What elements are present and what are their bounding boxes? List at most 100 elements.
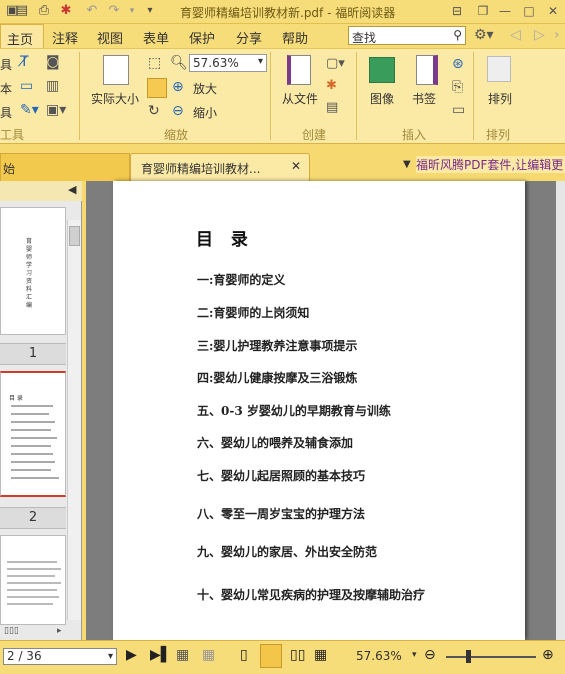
arrange-button[interactable]: 排列 [488, 90, 512, 107]
tab-start[interactable]: 始 [0, 153, 130, 181]
redo-dropdown-icon[interactable]: ▾ [124, 3, 140, 19]
page-number-input[interactable]: 2 / 36 ▾ [3, 648, 117, 665]
menu-form[interactable]: 表单 [143, 28, 169, 47]
menu-home[interactable]: 主页 [0, 24, 45, 48]
text-icon[interactable]: T̸ [20, 54, 29, 70]
tab-document[interactable]: 育婴师精编培训教材... ✕ [130, 153, 310, 181]
prev-view-icon[interactable]: ▦ [176, 647, 189, 663]
zoom-select[interactable]: 57.63% ▾ [189, 54, 267, 72]
menu-share[interactable]: 分享 [236, 28, 262, 47]
continuous-view-icon[interactable] [260, 644, 282, 668]
last-page-icon[interactable]: ▶▌ [150, 647, 172, 663]
image-icon[interactable] [369, 57, 395, 83]
image-button[interactable]: 图像 [370, 90, 394, 107]
tab-close-icon[interactable]: ✕ [291, 159, 301, 173]
menu-view[interactable]: 视图 [97, 28, 123, 47]
separator [79, 52, 80, 140]
thumb2-line [11, 469, 51, 471]
minimize-icon[interactable]: — [496, 3, 514, 19]
actual-size-button[interactable]: 实际大小 [91, 90, 139, 107]
scan-icon[interactable]: ✱ [326, 78, 337, 93]
thumbnail-scrollbar[interactable] [67, 220, 81, 620]
link-icon[interactable]: ⊛ [452, 56, 464, 72]
promo-link[interactable]: 福昕风腾PDF套件,让编辑更自 [416, 156, 565, 173]
single-page-icon[interactable]: ▯ [240, 647, 248, 663]
zoom-out-icon[interactable]: ⊖ [172, 103, 184, 119]
zoom-in-status-icon[interactable]: ⊕ [542, 647, 554, 663]
clipboard-create-icon[interactable]: ▤ [326, 100, 338, 115]
from-file-icon[interactable] [287, 55, 311, 85]
customize-toolbar-icon[interactable]: ▾ [142, 3, 158, 19]
toc-item: 三:婴儿护理教养注意事项提示 [197, 339, 358, 353]
menu-protect[interactable]: 保护 [189, 28, 215, 47]
clipboard-icon[interactable]: ▥ [46, 78, 59, 94]
typewriter-icon[interactable]: ▣▾ [46, 102, 66, 118]
thumb3-line [7, 589, 57, 591]
from-file-button[interactable]: 从文件 [282, 90, 318, 107]
separator [356, 52, 357, 140]
scrollbar-thumb[interactable] [69, 226, 80, 246]
zoom-level[interactable]: 57.63% [356, 649, 402, 663]
camera-icon[interactable]: ◙ [46, 54, 60, 70]
edit-icon[interactable]: ✎▾ [20, 102, 39, 118]
facing-icon[interactable]: ▯▯ [290, 647, 305, 663]
arrange-icon[interactable] [487, 56, 511, 82]
next-view-icon[interactable]: ▦ [202, 647, 215, 663]
tool-partial-2[interactable]: 本 [0, 80, 12, 97]
tool-partial-3[interactable]: 具 [0, 104, 12, 121]
next-page-icon[interactable]: ▶ [126, 647, 137, 663]
attachment-icon[interactable]: ⎘ [452, 79, 463, 95]
undo-icon[interactable]: ↶ [84, 3, 100, 19]
more-icon[interactable]: › [554, 27, 560, 43]
prev-icon[interactable]: ◁ [510, 27, 521, 43]
zoom-in-icon[interactable]: ⊕ [172, 79, 184, 95]
tool-partial-1[interactable]: 具 [0, 56, 12, 73]
print-icon[interactable]: ⎙ [36, 3, 52, 19]
window-title: 育婴师精编培训教材新.pdf - 福昕阅读器 [180, 6, 396, 20]
zoom-out-button[interactable]: 缩小 [193, 104, 217, 121]
thumbnail-page-1[interactable]: 育婴师学习资料汇编 [0, 207, 66, 335]
thumb2-line [11, 461, 55, 463]
restore-icon[interactable]: ❐ [474, 3, 492, 19]
zoom-tool-icon[interactable]: 🔍︎ [170, 55, 188, 71]
search-input[interactable]: 查找 ⚲ [348, 26, 466, 45]
bookmark-button[interactable]: 书签 [412, 90, 436, 107]
tab-start-label: 始 [3, 162, 16, 176]
scroll-right-icon[interactable]: ▸ [57, 626, 62, 636]
zoom-out-status-icon[interactable]: ⊖ [424, 647, 436, 663]
collapse-panel-icon[interactable]: ◀ [68, 183, 76, 196]
redo-icon[interactable]: ↷ [106, 3, 122, 19]
blank-page-icon[interactable]: ▢▾ [326, 56, 345, 71]
scroll-left-icon[interactable]: ▯▯▯ [4, 626, 19, 636]
video-icon[interactable]: ▭ [452, 102, 465, 118]
thumb2-line [11, 413, 49, 415]
zoom-slider-thumb[interactable] [466, 650, 471, 663]
pin-icon[interactable]: ⊟ [448, 3, 466, 19]
menu-help[interactable]: 帮助 [282, 28, 308, 47]
open-icon[interactable]: ▤ [14, 3, 30, 19]
fit-width-icon[interactable] [147, 78, 167, 98]
zoom-dropdown-icon[interactable]: ▾ [412, 650, 417, 660]
maximize-icon[interactable]: □ [520, 3, 538, 19]
continuous-facing-icon[interactable]: ▦ [314, 647, 327, 663]
toc-item: 八、零至一周岁宝宝的护理方法 [197, 507, 366, 521]
tab-list-icon[interactable]: ▼ [403, 159, 411, 170]
close-icon[interactable]: ✕ [544, 3, 562, 19]
viewer-scrollbar[interactable] [556, 181, 565, 640]
menu-comment[interactable]: 注释 [52, 28, 78, 47]
zoom-in-button[interactable]: 放大 [193, 80, 217, 97]
zoom-slider[interactable] [446, 656, 536, 658]
bookmark-icon[interactable] [416, 55, 438, 85]
search-icon[interactable]: ⚲ [453, 28, 462, 42]
next-icon[interactable]: ▷ [534, 27, 545, 43]
toc-title: 目 录 [196, 230, 254, 250]
new-icon[interactable]: ✱ [58, 3, 74, 19]
thumbnail-page-2[interactable]: 目 录 [0, 371, 66, 497]
actual-size-icon[interactable] [103, 55, 129, 85]
thumbnail-page-3[interactable] [0, 535, 66, 625]
rotate-icon[interactable]: ↻ [148, 103, 160, 119]
fit-page-icon[interactable]: ⬚ [148, 55, 161, 71]
select-icon[interactable]: ▭ [20, 78, 33, 94]
settings-icon[interactable]: ⚙▾ [474, 27, 494, 43]
thumb2-line [11, 445, 51, 447]
